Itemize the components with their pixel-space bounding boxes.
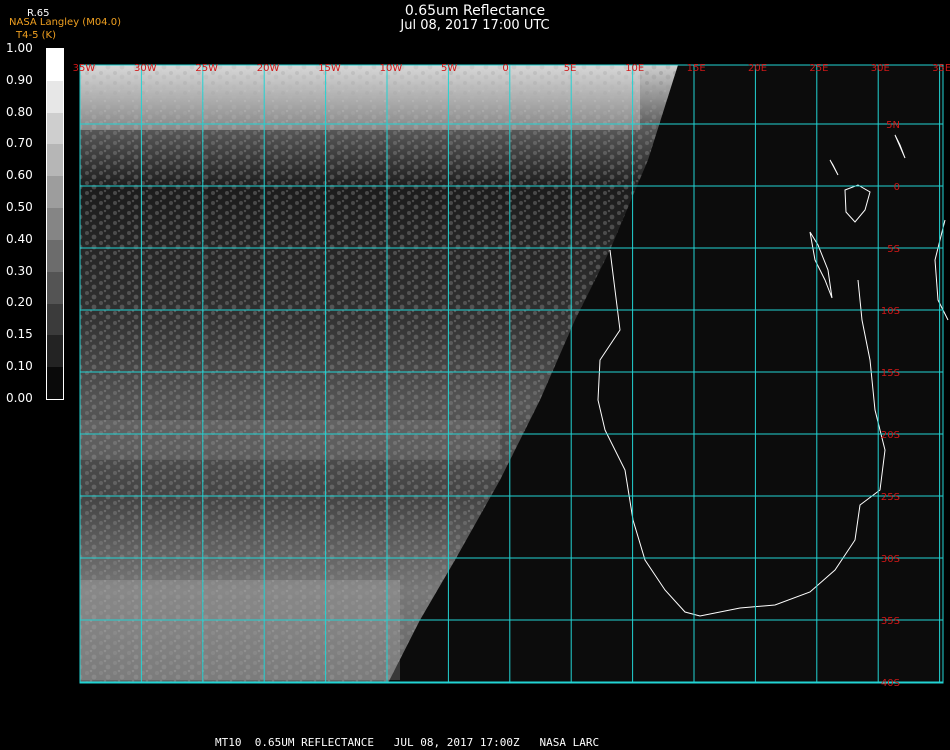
satellite-map: 35W 30W 25W 20W 15W 10W 5W 0 5E 10E 15E 20E 25E 30E 35… [73,63,950,689]
colorbar-tick-label: 0.70 [6,136,33,151]
lon-label: 10E [625,63,644,74]
colorbar-tick-label: 0.10 [6,359,33,373]
lon-label: 5W [441,63,457,74]
lon-label: 0 [502,63,508,74]
colorbar-tick-label: 0.40 [6,231,33,246]
lat-label: 20S [881,430,900,441]
colorbar-segment [47,239,63,272]
colorbar-tick-label: 0.00 [6,390,33,405]
image-title: 0.65um Reflectance [404,3,546,19]
lon-label: 30E [871,63,890,74]
lat-label: 5S [887,244,900,255]
lat-label: 35S [881,616,900,627]
lat-label: 0 [894,182,900,193]
lon-label: 10W [380,63,403,74]
colorbar-tick-label: 0.15 [6,327,33,342]
colorbar-tick-label: 0.50 [6,200,33,214]
colorbar-segment [47,144,63,177]
lon-label: 15W [318,63,341,74]
lon-label: 25E [809,63,828,74]
colorbar-segment [47,176,63,209]
colorbar-segment [47,80,63,113]
colorbar-tick-label: 0.90 [6,72,33,87]
colorbar-tick-label: 0.30 [6,263,33,278]
colorbar-tick-label: 1.00 [6,41,33,55]
lat-label: 40S [881,678,900,689]
footer-caption: MT10 0.65UM REFLECTANCE JUL 08, 2017 17:… [215,736,600,749]
lat-label: 30S [881,554,900,565]
colorbar-tick-label: 0.80 [6,104,33,119]
lon-label: 25W [195,63,218,74]
colorbar-segment [47,208,63,240]
colorbar-tick-label: 0.60 [6,168,33,183]
lon-label: 30W [134,63,157,74]
lon-label: 35W [73,63,96,74]
org-label: NASA Langley (M04.0) T4-5 (K) [9,16,121,42]
lon-label: 20W [257,63,280,74]
lat-label: 15S [881,368,900,379]
colorbar-tick-label: 0.20 [6,295,33,310]
image-date: Jul 08, 2017 17:00 UTC [400,18,550,33]
lat-label: 5N [886,120,900,131]
colorbar-segment [47,303,63,336]
colorbar-segment [47,335,63,368]
colorbar [46,48,64,400]
lat-label: 10S [881,306,900,317]
lon-label: 20E [748,63,767,74]
colorbar-segment [47,271,63,304]
lon-label: 15E [687,63,706,74]
colorbar-segment [47,367,63,399]
lat-label: 25S [881,492,900,503]
colorbar-segment [47,49,63,81]
lon-label: 35E [932,63,950,74]
lon-label: 5E [564,63,577,74]
org-name: NASA Langley (M04.0) [9,17,121,28]
colorbar-segment [47,112,63,145]
